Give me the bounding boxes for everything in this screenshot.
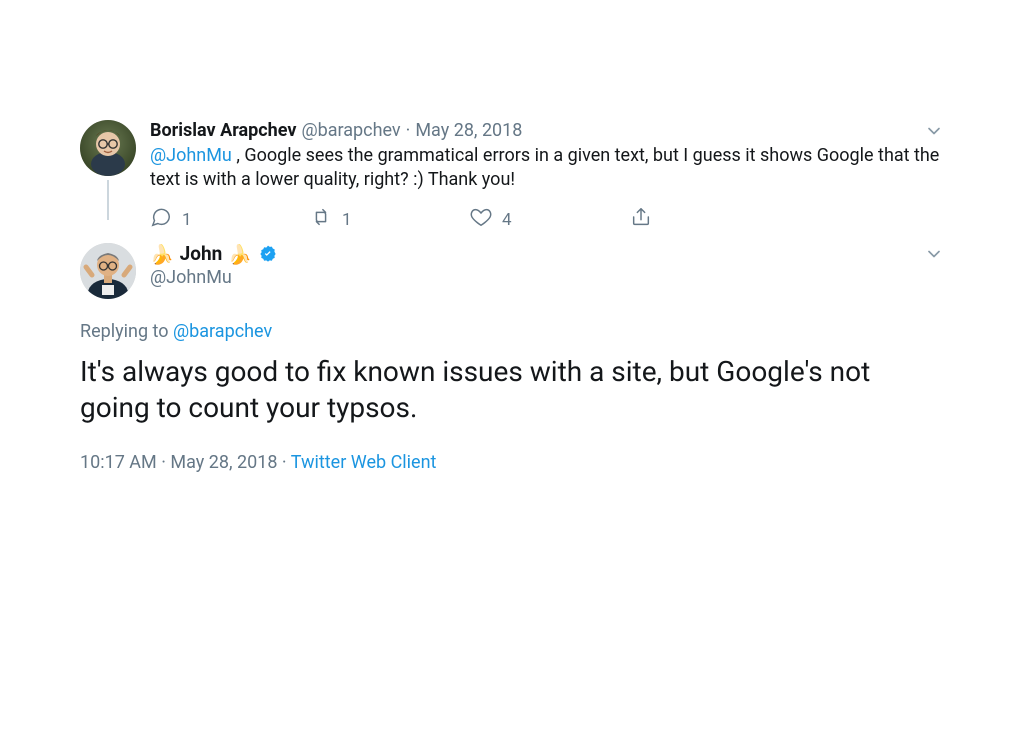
- parent-tweet-actions: 1 1 4: [150, 206, 944, 233]
- parent-tweet[interactable]: Borislav Arapchev @barapchev · May 28, 2…: [80, 120, 944, 233]
- parent-date[interactable]: May 28, 2018: [415, 120, 522, 142]
- caret-down-icon[interactable]: [924, 121, 944, 141]
- reply-count: 1: [182, 210, 192, 230]
- parent-text-content: , Google sees the grammatical errors in …: [150, 145, 939, 190]
- separator-dot: ·: [157, 452, 171, 473]
- tweet-date[interactable]: May 28, 2018: [170, 452, 277, 473]
- replying-to-link[interactable]: @barapchev: [173, 321, 272, 342]
- caret-down-icon[interactable]: [924, 244, 944, 264]
- share-button[interactable]: [630, 206, 652, 233]
- parent-tweet-text: @JohnMu , Google sees the grammatical er…: [150, 144, 944, 192]
- share-icon: [630, 206, 652, 233]
- main-handle[interactable]: @JohnMu: [150, 267, 944, 289]
- emoji-banana-right: 🍌: [228, 245, 252, 264]
- parent-avatar[interactable]: [80, 120, 136, 176]
- tweet-source-link[interactable]: Twitter Web Client: [291, 452, 437, 473]
- main-tweet-text: It's always good to fix known issues wit…: [80, 354, 944, 426]
- retweet-button[interactable]: 1: [310, 206, 470, 233]
- parent-display-name[interactable]: Borislav Arapchev: [150, 120, 296, 142]
- reply-icon: [150, 206, 172, 233]
- main-display-name: John: [180, 243, 223, 265]
- main-name-row[interactable]: 🍌 John 🍌: [150, 243, 944, 265]
- replying-prefix: Replying to: [80, 321, 173, 342]
- tweet-thread: Borislav Arapchev @barapchev · May 28, 2…: [0, 0, 1024, 473]
- main-tweet: 🍌 John 🍌 @JohnMu Replying to @barapchev …: [80, 243, 944, 473]
- retweet-icon: [310, 206, 332, 233]
- retweet-count: 1: [342, 210, 352, 230]
- thread-connector-line: [107, 180, 109, 220]
- separator-dot: ·: [406, 120, 411, 142]
- main-tweet-header: 🍌 John 🍌 @JohnMu: [80, 243, 944, 299]
- like-button[interactable]: 4: [470, 206, 630, 233]
- main-avatar[interactable]: [80, 243, 136, 299]
- parent-tweet-header: Borislav Arapchev @barapchev · May 28, 2…: [150, 120, 944, 142]
- main-header-text: 🍌 John 🍌 @JohnMu: [136, 243, 944, 289]
- tweet-metadata: 10:17 AM · May 28, 2018 · Twitter Web Cl…: [80, 452, 944, 473]
- parent-tweet-body: Borislav Arapchev @barapchev · May 28, 2…: [136, 120, 944, 233]
- replying-to-line: Replying to @barapchev: [80, 321, 944, 342]
- tweet-time[interactable]: 10:17 AM: [80, 452, 157, 473]
- heart-icon: [470, 206, 492, 233]
- reply-button[interactable]: 1: [150, 206, 310, 233]
- mention-link[interactable]: @JohnMu: [150, 145, 232, 166]
- parent-avatar-column: [80, 120, 136, 224]
- emoji-banana-left: 🍌: [150, 245, 174, 264]
- verified-badge-icon: [258, 244, 278, 264]
- separator-dot: ·: [277, 452, 290, 473]
- like-count: 4: [502, 210, 512, 230]
- parent-handle[interactable]: @barapchev: [301, 120, 400, 142]
